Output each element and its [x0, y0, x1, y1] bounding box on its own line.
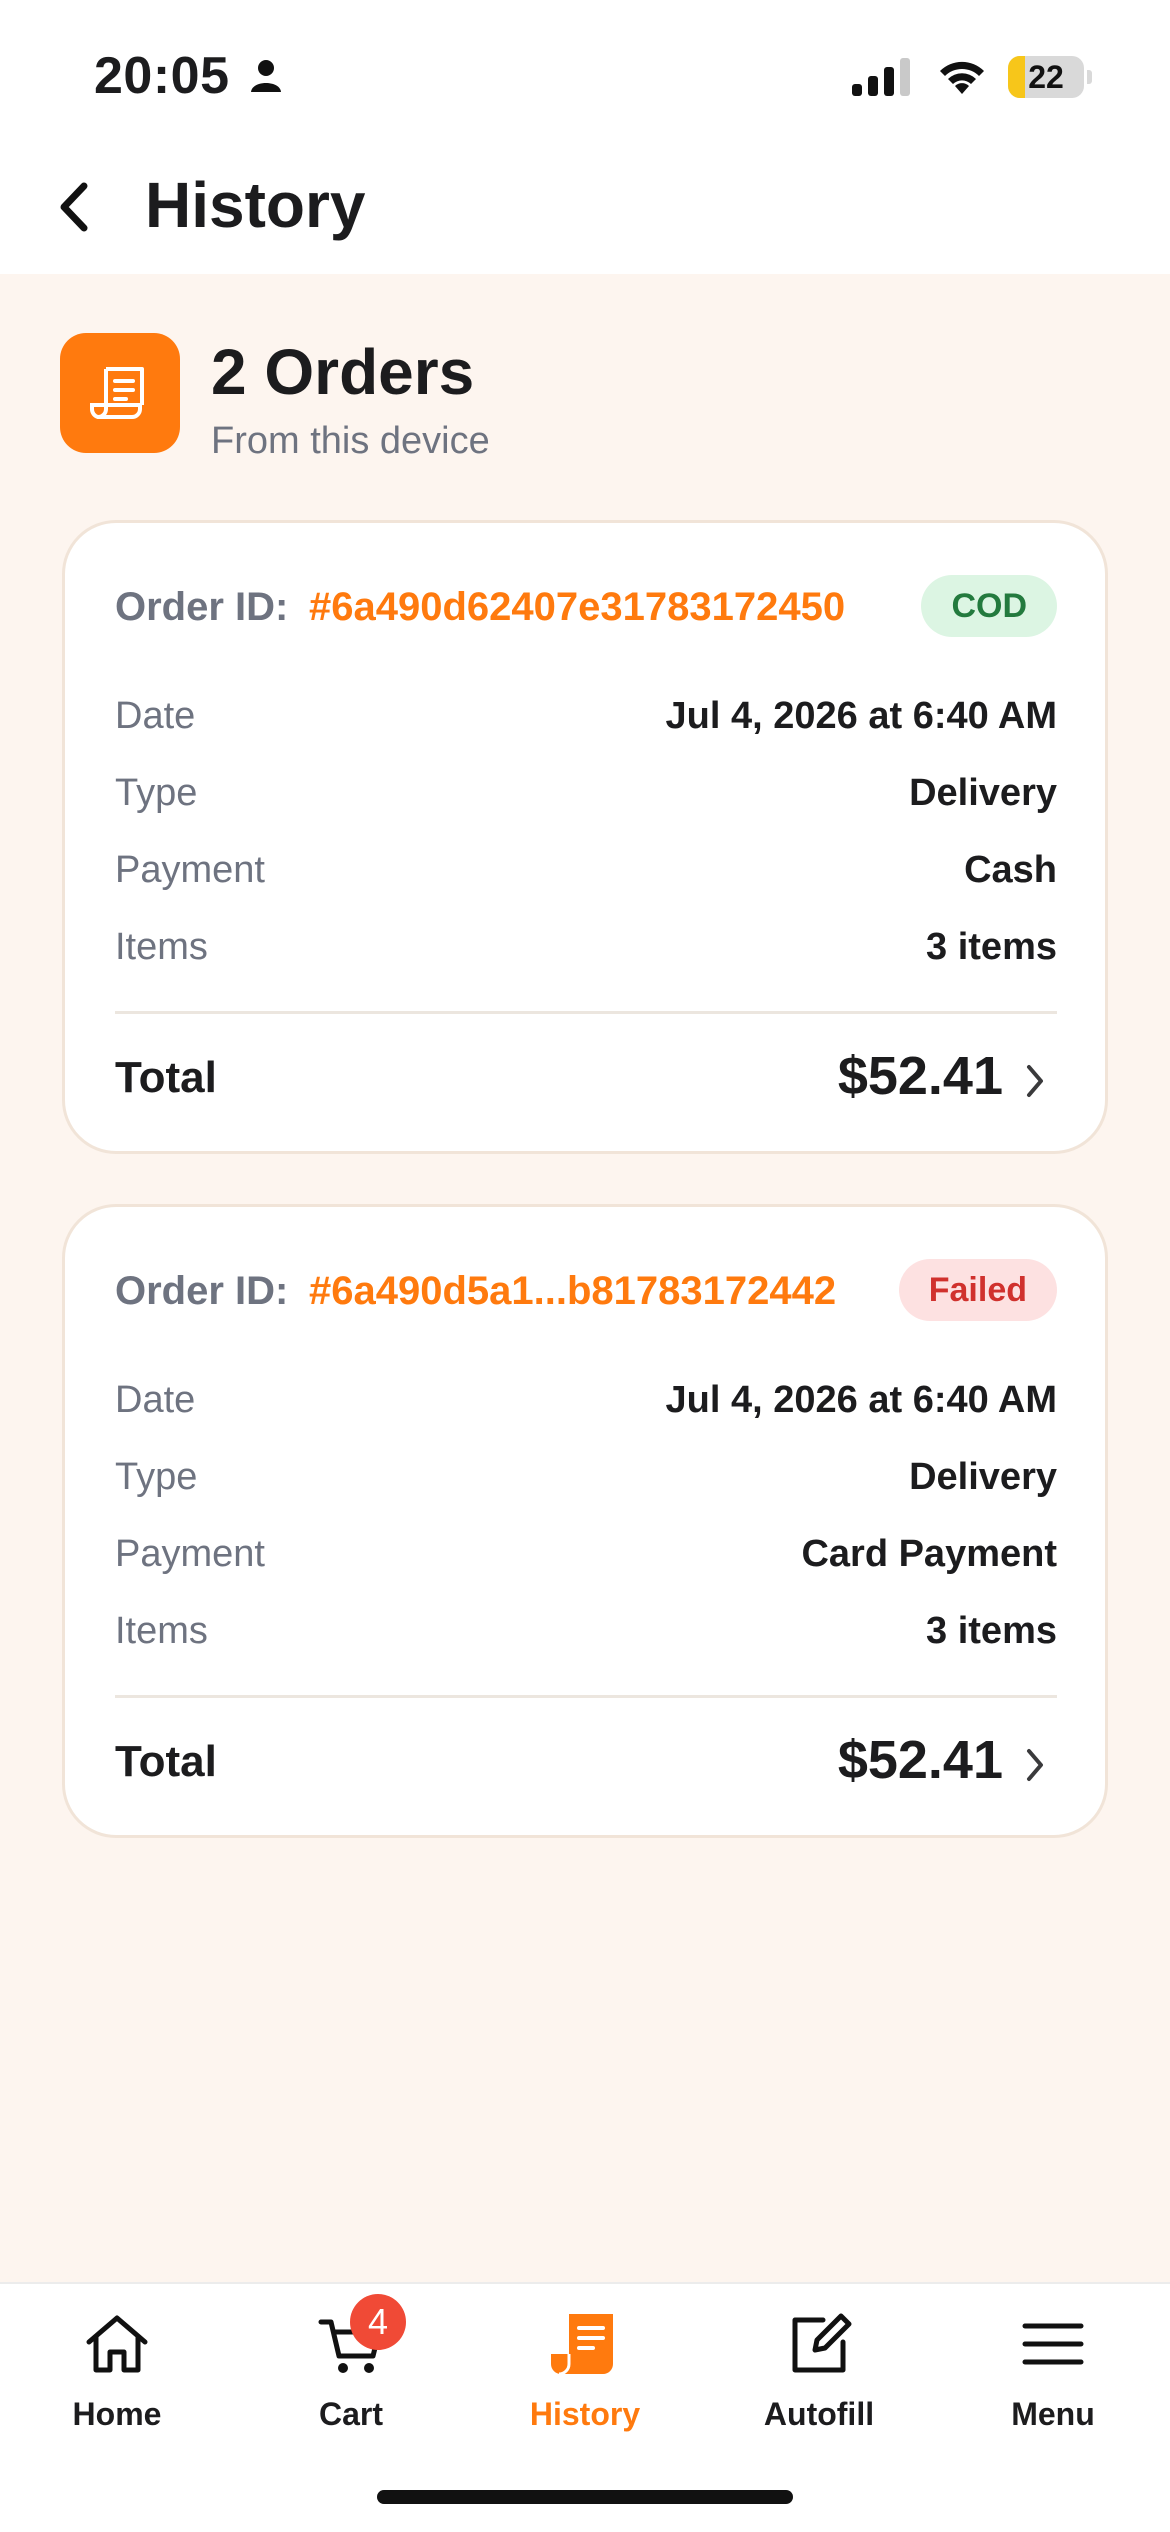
tab-label: Menu: [1011, 2396, 1095, 2432]
tab-menu[interactable]: Menu: [936, 2284, 1170, 2454]
page-title: History: [145, 169, 366, 241]
order-id-label: Order ID:: [115, 585, 289, 629]
divider: [115, 1695, 1057, 1698]
payment-row: Payment Cash: [115, 849, 1057, 899]
total-value: $52.41: [837, 1730, 1003, 1790]
divider: [115, 1011, 1057, 1014]
cart-count-badge: 4: [350, 2294, 406, 2350]
battery-level: 22: [1028, 59, 1064, 95]
tab-label: History: [529, 2396, 641, 2432]
items-row: Items 3 items: [115, 1610, 1057, 1660]
date-label: Date: [115, 1379, 196, 1421]
date-label: Date: [115, 695, 196, 737]
tab-autofill[interactable]: Autofill: [702, 2284, 936, 2454]
orders-count-title: 2 Orders: [211, 336, 475, 408]
date-value: Jul 4, 2026 at 6:40 AM: [665, 695, 1057, 737]
status-badge: COD: [921, 575, 1057, 637]
cellular-signal-icon: [852, 58, 914, 103]
payment-label: Payment: [115, 1533, 265, 1575]
receipt-icon: [468, 2308, 702, 2388]
home-icon: [0, 2308, 234, 2388]
edit-icon: [702, 2308, 936, 2388]
chevron-left-icon: [60, 182, 88, 232]
payment-value: Card Payment: [801, 1533, 1057, 1575]
chevron-right-icon[interactable]: [1023, 1745, 1047, 1790]
order-card[interactable]: Order ID: #6a490d62407e31783172450 COD D…: [62, 520, 1108, 1154]
status-time: 20:05: [94, 47, 230, 105]
battery-icon: 22: [1008, 56, 1092, 98]
items-label: Items: [115, 1610, 208, 1652]
wifi-icon: [935, 56, 989, 101]
date-value: Jul 4, 2026 at 6:40 AM: [665, 1379, 1057, 1421]
header: History: [0, 150, 1170, 274]
tab-label: Cart: [318, 2396, 383, 2432]
person-icon: [248, 58, 284, 99]
items-value: 3 items: [926, 926, 1057, 968]
status-badge: Failed: [898, 1259, 1057, 1321]
chevron-right-icon[interactable]: [1023, 1061, 1047, 1106]
date-row: Date Jul 4, 2026 at 6:40 AM: [115, 1379, 1057, 1429]
tab-label: Home: [72, 2396, 162, 2432]
orders-subtitle: From this device: [211, 420, 490, 462]
payment-row: Payment Card Payment: [115, 1533, 1057, 1583]
total-value: $52.41: [837, 1046, 1003, 1106]
type-label: Type: [115, 1456, 198, 1498]
tab-home[interactable]: Home: [0, 2284, 234, 2454]
tab-history[interactable]: History: [468, 2284, 702, 2454]
order-id-value: #6a490d5a1...b81783172442: [309, 1269, 837, 1313]
type-value: Delivery: [909, 772, 1057, 814]
tab-cart[interactable]: Cart: [234, 2284, 468, 2454]
items-label: Items: [115, 926, 208, 968]
items-value: 3 items: [926, 1610, 1057, 1652]
total-label: Total: [115, 1053, 217, 1102]
type-row: Type Delivery: [115, 772, 1057, 822]
status-bar: 20:05 22: [0, 0, 1170, 150]
receipt-icon: [60, 333, 180, 453]
type-value: Delivery: [909, 1456, 1057, 1498]
items-row: Items 3 items: [115, 926, 1057, 976]
payment-value: Cash: [964, 849, 1057, 891]
order-id-value: #6a490d62407e31783172450: [309, 585, 846, 629]
order-id-label: Order ID:: [115, 1269, 289, 1313]
payment-label: Payment: [115, 849, 265, 891]
type-row: Type Delivery: [115, 1456, 1057, 1506]
tab-label: Autofill: [763, 2396, 875, 2432]
home-indicator[interactable]: [377, 2490, 793, 2504]
type-label: Type: [115, 772, 198, 814]
back-button[interactable]: [48, 172, 100, 242]
order-card[interactable]: Order ID: #6a490d5a1...b81783172442 Fail…: [62, 1204, 1108, 1838]
menu-icon: [936, 2308, 1170, 2388]
total-label: Total: [115, 1737, 217, 1786]
date-row: Date Jul 4, 2026 at 6:40 AM: [115, 695, 1057, 745]
